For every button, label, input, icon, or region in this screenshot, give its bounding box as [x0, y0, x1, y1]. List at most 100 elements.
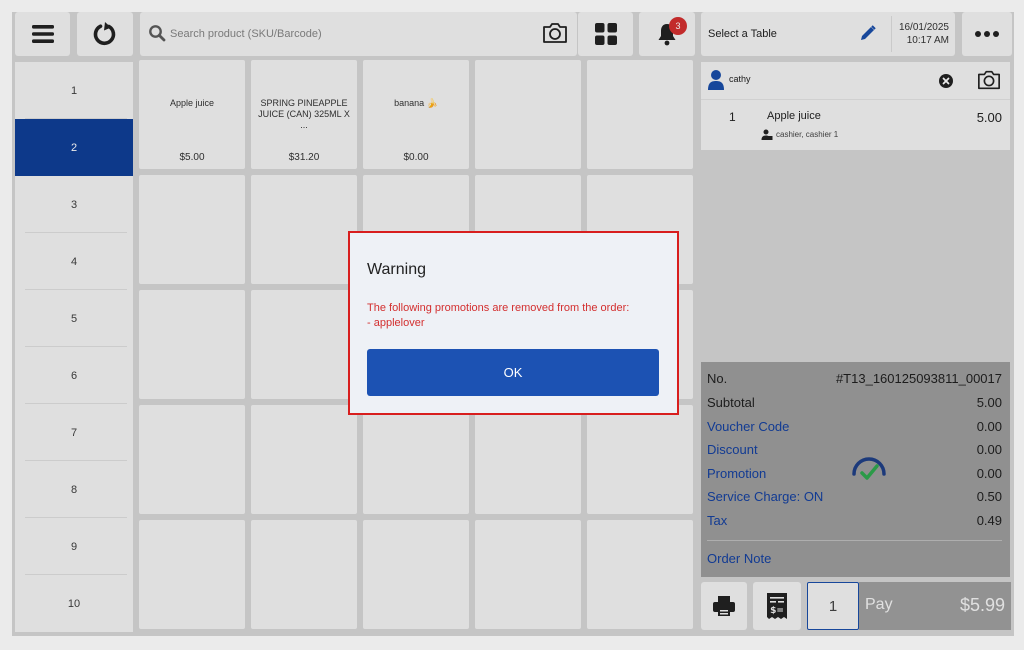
- more-options-button[interactable]: [962, 12, 1012, 56]
- camera-icon[interactable]: [976, 68, 1002, 92]
- category-item[interactable]: 8: [15, 461, 133, 518]
- tax-link[interactable]: Tax: [707, 513, 727, 528]
- product-name: SPRING PINEAPPLE JUICE (CAN) 325ML X ...: [258, 98, 350, 130]
- layout-grid-button[interactable]: [578, 12, 633, 56]
- service-charge-row[interactable]: Service Charge: ON 0.50: [707, 485, 1002, 507]
- empty-product-tile: [587, 60, 693, 169]
- category-sidebar: 1 2 3 4 5 6 7 8 9 10: [15, 62, 133, 632]
- category-label: 4: [70, 255, 78, 268]
- category-item[interactable]: 1: [15, 62, 133, 119]
- print-button[interactable]: [701, 582, 747, 630]
- menu-button[interactable]: [15, 12, 70, 56]
- pay-button[interactable]: Pay $5.99: [859, 582, 1011, 630]
- discount-link[interactable]: Discount: [707, 442, 758, 457]
- voucher-code-link[interactable]: Voucher Code: [707, 419, 789, 434]
- ok-button[interactable]: OK: [367, 349, 659, 396]
- category-item[interactable]: 9: [15, 518, 133, 575]
- receipt-button[interactable]: $=: [753, 582, 801, 630]
- cart-item[interactable]: 1 Apple juice 5.00 cashier, cashier 1: [701, 100, 1010, 150]
- empty-product-tile: [587, 520, 693, 629]
- category-item-selected[interactable]: 2: [15, 119, 133, 176]
- staff-icon: [761, 129, 773, 140]
- notification-badge: 3: [669, 17, 687, 35]
- pay-total: $5.99: [959, 595, 1005, 615]
- subtotal-value: 5.00: [976, 395, 1002, 410]
- discount-value: 0.00: [976, 442, 1002, 457]
- pay-quantity-value: 1: [828, 597, 838, 615]
- more-dots-icon: [975, 31, 999, 37]
- time-text: 10:17 AM: [906, 35, 949, 46]
- category-label: 7: [70, 426, 78, 439]
- category-label: 10: [67, 597, 81, 610]
- promotion-link[interactable]: Promotion: [707, 466, 766, 481]
- service-charge-value: 0.50: [976, 489, 1002, 504]
- cart-panel: cathy 1 Apple juice 5.00 cashier, cashie…: [701, 62, 1010, 362]
- order-summary: No. #T13_160125093811_00017 Subtotal 5.0…: [701, 362, 1010, 577]
- user-icon: [708, 70, 724, 90]
- subtotal-label: Subtotal: [707, 395, 755, 410]
- product-tile[interactable]: Apple juice $5.00: [139, 60, 245, 169]
- category-label: 3: [70, 198, 78, 211]
- camera-icon[interactable]: [541, 20, 569, 46]
- item-name: Apple juice: [767, 110, 821, 122]
- product-price: $5.00: [179, 152, 205, 163]
- search-icon: [149, 25, 166, 42]
- category-item[interactable]: 6: [15, 347, 133, 404]
- cart-header: cathy: [701, 62, 1010, 100]
- category-item[interactable]: 10: [15, 575, 133, 632]
- order-note-link[interactable]: Order Note: [707, 551, 771, 566]
- remove-customer-icon[interactable]: [939, 74, 953, 88]
- loading-spinner-icon: [852, 457, 886, 480]
- search-input[interactable]: [170, 24, 510, 44]
- order-number-label: No.: [707, 371, 728, 386]
- category-item[interactable]: 3: [15, 176, 133, 233]
- empty-product-tile: [251, 175, 357, 284]
- dialog-message: The following promotions are removed fro…: [367, 301, 667, 331]
- tax-row[interactable]: Tax 0.49: [707, 509, 1002, 531]
- category-item[interactable]: 5: [15, 290, 133, 347]
- empty-product-tile: [475, 405, 581, 514]
- refresh-icon: [93, 22, 116, 46]
- voucher-row[interactable]: Voucher Code 0.00: [707, 415, 1002, 437]
- category-item[interactable]: 7: [15, 404, 133, 461]
- item-price: 5.00: [976, 110, 1002, 125]
- product-tile[interactable]: banana 🍌 $0.00: [363, 60, 469, 169]
- category-item[interactable]: 4: [15, 233, 133, 290]
- svg-text:$=: $=: [770, 606, 784, 616]
- customer-name: cathy: [729, 74, 751, 84]
- pencil-icon[interactable]: [859, 24, 877, 42]
- dialog-title: Warning: [367, 261, 426, 278]
- dialog-message-promotion: - applelover: [367, 317, 425, 329]
- product-name: banana 🍌: [394, 98, 438, 108]
- empty-product-tile: [587, 405, 693, 514]
- category-label: 1: [70, 84, 78, 97]
- service-charge-link[interactable]: Service Charge: ON: [707, 489, 823, 504]
- checkout-bar: $= 1 Pay $5.99: [701, 582, 1014, 632]
- empty-product-tile: [139, 175, 245, 284]
- subtotal-row: Subtotal 5.00: [707, 391, 1002, 413]
- date-time: 16/01/2025 10:17 AM: [891, 16, 953, 52]
- grid-icon: [594, 23, 617, 45]
- divider: [707, 540, 1002, 541]
- tax-value: 0.49: [976, 513, 1002, 528]
- hamburger-icon: [31, 25, 54, 43]
- empty-product-tile: [251, 520, 357, 629]
- product-price: $0.00: [403, 152, 429, 163]
- product-tile[interactable]: SPRING PINEAPPLE JUICE (CAN) 325ML X ...…: [251, 60, 357, 169]
- order-number: #T13_160125093811_00017: [835, 371, 1002, 386]
- promotion-value: 0.00: [976, 466, 1002, 481]
- pay-quantity[interactable]: 1: [807, 582, 859, 630]
- notifications-button[interactable]: 3: [639, 12, 695, 56]
- category-label: 5: [70, 312, 78, 325]
- category-label: 8: [70, 483, 78, 496]
- category-label: 6: [70, 369, 78, 382]
- empty-product-tile: [139, 290, 245, 399]
- dialog-message-line: The following promotions are removed fro…: [367, 302, 630, 314]
- empty-product-tile: [251, 290, 357, 399]
- receipt-icon: $=: [767, 593, 787, 619]
- voucher-value: 0.00: [976, 419, 1002, 434]
- item-quantity: 1: [729, 110, 736, 124]
- order-note-row[interactable]: Order Note: [707, 547, 1002, 569]
- select-table-button[interactable]: Select a Table 16/01/2025 10:17 AM: [701, 12, 955, 56]
- refresh-button[interactable]: [77, 12, 133, 56]
